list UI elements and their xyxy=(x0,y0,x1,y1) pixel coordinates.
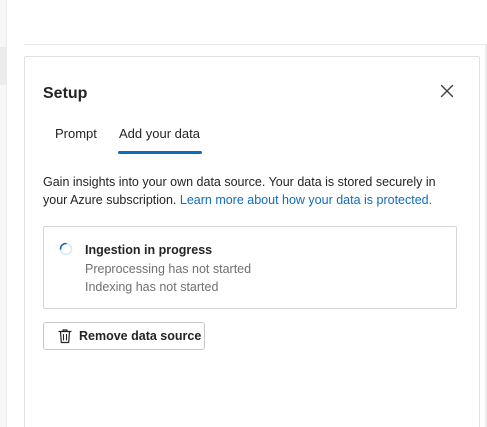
left-nav-selected-indicator xyxy=(0,47,6,85)
remove-data-source-label: Remove data source xyxy=(79,329,202,343)
ingestion-status-card: Ingestion in progress Preprocessing has … xyxy=(43,226,457,309)
close-button[interactable] xyxy=(437,81,457,101)
tab-prompt[interactable]: Prompt xyxy=(55,123,97,155)
panel-title: Setup xyxy=(43,85,88,102)
setup-panel: Setup Prompt Add your data Gain insights… xyxy=(24,56,480,427)
status-title: Ingestion in progress xyxy=(85,243,213,257)
status-preprocessing: Preprocessing has not started xyxy=(85,262,252,276)
selected-tab-indicator xyxy=(118,151,202,154)
close-icon xyxy=(440,84,454,98)
spinner-icon xyxy=(59,242,73,256)
learn-more-link[interactable]: Learn more about how your data is protec… xyxy=(180,193,432,207)
remove-data-source-button[interactable]: Remove data source xyxy=(43,322,205,350)
left-nav-strip xyxy=(0,0,7,427)
status-indexing: Indexing has not started xyxy=(85,280,219,294)
description: Gain insights into your own data source.… xyxy=(43,173,451,209)
header-divider xyxy=(24,44,487,45)
trash-icon xyxy=(57,328,73,344)
page: Setup Prompt Add your data Gain insights… xyxy=(0,0,487,427)
